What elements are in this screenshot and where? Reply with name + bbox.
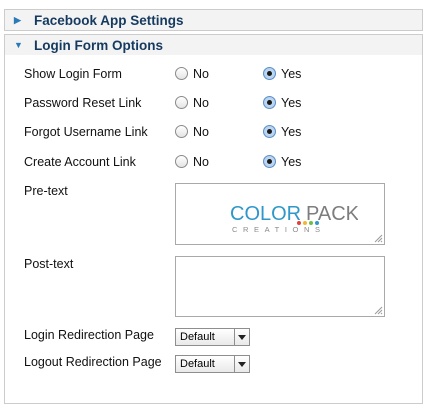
no-label: No (193, 96, 209, 110)
chevron-down-icon (234, 356, 249, 372)
resize-grip-icon[interactable] (373, 233, 383, 243)
triangle-right-icon: ▶ (14, 14, 21, 25)
panel-header-login-form-options[interactable]: ▼ Login Form Options (4, 34, 423, 56)
yes-label: Yes (281, 67, 302, 81)
no-label: No (193, 67, 209, 81)
pre-text-label: Pre-text (24, 184, 68, 198)
panel-header-facebook-app-settings[interactable]: ▶ Facebook App Settings (4, 9, 423, 31)
yes-label: Yes (281, 96, 302, 110)
svg-text:COLOR: COLOR (230, 203, 301, 225)
forgot-username-link-label: Forgot Username Link (24, 125, 148, 139)
forgot-username-yes-radio[interactable] (263, 125, 276, 138)
create-account-link-label: Create Account Link (24, 155, 136, 169)
post-text-editor[interactable] (175, 256, 385, 317)
password-reset-no-radio[interactable] (175, 96, 188, 109)
panel-title: Login Form Options (34, 37, 163, 53)
resize-grip-icon[interactable] (373, 305, 383, 315)
selected-value: Default (180, 331, 215, 343)
pre-text-editor[interactable]: COLOR PACK CREATIONS (175, 183, 385, 245)
svg-text:CREATIONS: CREATIONS (232, 225, 326, 234)
no-label: No (193, 125, 209, 139)
show-login-form-label: Show Login Form (24, 67, 122, 81)
login-redirection-page-select[interactable]: Default (175, 328, 250, 346)
logout-redirection-page-label: Logout Redirection Page (24, 355, 162, 369)
forgot-username-no-radio[interactable] (175, 125, 188, 138)
yes-label: Yes (281, 125, 302, 139)
show-login-form-yes-radio[interactable] (263, 67, 276, 80)
logout-redirection-page-select[interactable]: Default (175, 355, 250, 373)
colorpack-creations-logo: COLOR PACK CREATIONS (230, 203, 358, 234)
password-reset-yes-radio[interactable] (263, 96, 276, 109)
create-account-no-radio[interactable] (175, 155, 188, 168)
show-login-form-no-radio[interactable] (175, 67, 188, 80)
create-account-yes-radio[interactable] (263, 155, 276, 168)
selected-value: Default (180, 358, 215, 370)
svg-text:PACK: PACK (306, 203, 358, 225)
no-label: No (193, 155, 209, 169)
yes-label: Yes (281, 155, 302, 169)
chevron-down-icon (234, 329, 249, 345)
panel-title: Facebook App Settings (34, 12, 184, 28)
login-redirection-page-label: Login Redirection Page (24, 328, 154, 342)
post-text-label: Post-text (24, 257, 74, 271)
triangle-down-icon: ▼ (14, 39, 23, 50)
password-reset-link-label: Password Reset Link (24, 96, 142, 110)
